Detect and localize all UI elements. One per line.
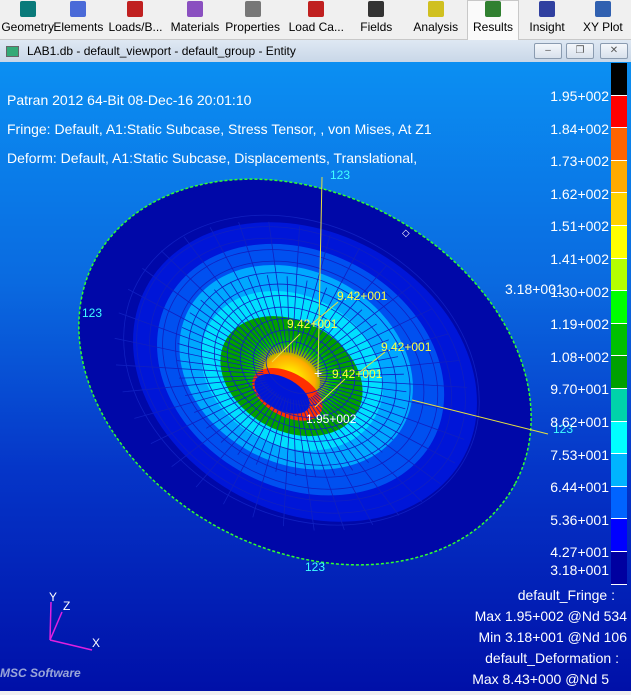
toolbar-button-label: Insight — [529, 20, 565, 34]
axis-y-label: Y — [49, 590, 58, 604]
svg-text:◇: ◇ — [402, 228, 410, 239]
value-label: 9.42+001 — [287, 317, 338, 331]
toolbar-button-label: Loads/B... — [108, 20, 163, 34]
color-bar-label: 5.36+001 — [550, 511, 609, 528]
msc-software-logo: MSC Software — [0, 666, 81, 680]
viewport-title-bar: LAB1.db - default_viewport - default_gro… — [0, 40, 631, 62]
axis-z-label: Z — [63, 599, 71, 613]
deformation-max: Max 8.43+000 @Nd 5 — [472, 671, 609, 687]
fringe-max: Max 1.95+002 @Nd 534 — [474, 608, 627, 624]
fringe-min: Min 3.18+001 @Nd 106 — [478, 629, 627, 645]
fields-icon — [368, 1, 385, 17]
toolbar-button-label: Properties — [225, 20, 280, 34]
axis-x-label: X — [92, 636, 101, 650]
color-band — [611, 486, 627, 520]
color-bar-label: 1.73+002 — [550, 153, 609, 170]
color-band — [611, 389, 627, 422]
color-band — [611, 128, 627, 161]
color-band — [611, 421, 627, 455]
value-label: 9.42+001 — [337, 289, 388, 303]
color-bar-label: 1.62+002 — [550, 185, 609, 202]
toolbar-button-elements[interactable]: Elements — [53, 0, 104, 40]
toolbar-button-fields[interactable]: Fields — [348, 0, 405, 40]
toolbar-button-materials[interactable]: Materials — [170, 0, 221, 40]
color-bar-label: 7.53+001 — [550, 446, 609, 463]
color-band — [611, 95, 627, 129]
toolbar-button-load-ca[interactable]: Load Ca... — [285, 0, 348, 40]
properties-icon — [244, 1, 261, 17]
color-bar-label: 4.27+001 — [550, 544, 609, 561]
color-band — [611, 226, 627, 259]
color-band — [611, 519, 627, 552]
graphics-viewport[interactable]: + ◇ Patran 2012 64-Bit 08-Dec-16 20:01:1… — [0, 62, 631, 691]
toolbar-button-label: Fields — [360, 20, 393, 34]
restore-button[interactable]: ❐ — [566, 43, 594, 59]
color-band — [611, 291, 627, 324]
toolbar-button-label: Geometry — [1, 20, 55, 34]
toolbar-button-insight[interactable]: Insight — [519, 0, 574, 40]
analysis-icon — [427, 1, 444, 17]
color-band — [611, 160, 627, 194]
results-icon — [485, 1, 502, 17]
toolbar-button-results[interactable]: Results — [466, 0, 520, 40]
insight-icon — [539, 1, 556, 17]
color-band — [611, 258, 627, 292]
toolbar-button-properties[interactable]: Properties — [220, 0, 285, 40]
load-cases-icon — [308, 1, 325, 17]
color-bar-label: 1.19+002 — [550, 316, 609, 333]
main-toolbar: Geometry Elements Loads/B... Materials Prope… — [0, 0, 631, 40]
node-label: 123 — [330, 168, 351, 182]
loads-icon — [127, 1, 144, 17]
color-band — [611, 454, 627, 487]
toolbar-button-loads-b[interactable]: Loads/B... — [101, 0, 169, 40]
toolbar-button-label: Elements — [53, 20, 104, 34]
geometry-icon — [19, 1, 36, 17]
color-bar-label: 9.70+001 — [550, 381, 609, 398]
xy-plot-icon — [594, 1, 611, 17]
max-label: 1.95+002 — [306, 412, 357, 426]
color-bar-label: 1.08+002 — [550, 348, 609, 365]
color-bar-label: 1.51+002 — [550, 218, 609, 235]
deformation-title: default_Deformation : — [485, 650, 619, 666]
color-band — [611, 356, 627, 389]
close-button[interactable]: ✕ — [600, 43, 628, 59]
window-icon — [6, 45, 19, 57]
toolbar-button-label: XY Plot — [582, 20, 623, 34]
value-label: 9.42+001 — [381, 340, 432, 354]
color-bar-label: 3.18+001 — [550, 562, 609, 578]
color-band — [611, 193, 627, 226]
window-title: LAB1.db - default_viewport - default_gro… — [27, 44, 296, 58]
header-line-deform: Deform: Default, A1:Static Subcase, Disp… — [7, 150, 418, 166]
toolbar-button-label: Results — [473, 20, 514, 34]
color-bar-label: 6.44+001 — [550, 479, 609, 496]
color-band — [611, 63, 627, 96]
status-strip — [0, 691, 631, 695]
toolbar-button-analysis[interactable]: Analysis — [405, 0, 467, 40]
color-bar-label: 1.41+002 — [550, 251, 609, 267]
color-bar-label: 1.95+002 — [550, 88, 609, 104]
minimize-button[interactable]: – — [534, 43, 562, 59]
color-bar-label: 1.84+002 — [550, 120, 609, 137]
toolbar-button-xy-plot[interactable]: XY Plot — [575, 0, 631, 40]
color-band — [611, 323, 627, 357]
node-label: 123 — [305, 560, 326, 574]
color-bar-label: 1.30+002 — [550, 283, 609, 300]
toolbar-button-geometry[interactable]: Geometry — [0, 0, 55, 40]
toolbar-button-label: Load Ca... — [288, 20, 344, 34]
color-bar-label: 8.62+001 — [550, 414, 609, 430]
fringe-title: default_Fringe : — [517, 587, 615, 603]
color-band — [611, 552, 627, 585]
toolbar-button-label: Materials — [170, 20, 220, 34]
toolbar-button-label: Analysis — [413, 20, 459, 34]
node-label: 123 — [82, 306, 103, 320]
svg-text:+: + — [314, 365, 322, 381]
header-line-fringe: Fringe: Default, A1:Static Subcase, Stre… — [7, 121, 432, 137]
materials-icon — [186, 1, 203, 17]
value-label: 9.42+001 — [332, 367, 383, 381]
elements-icon — [70, 1, 87, 17]
header-line-title: Patran 2012 64-Bit 08-Dec-16 20:01:10 — [7, 92, 252, 108]
